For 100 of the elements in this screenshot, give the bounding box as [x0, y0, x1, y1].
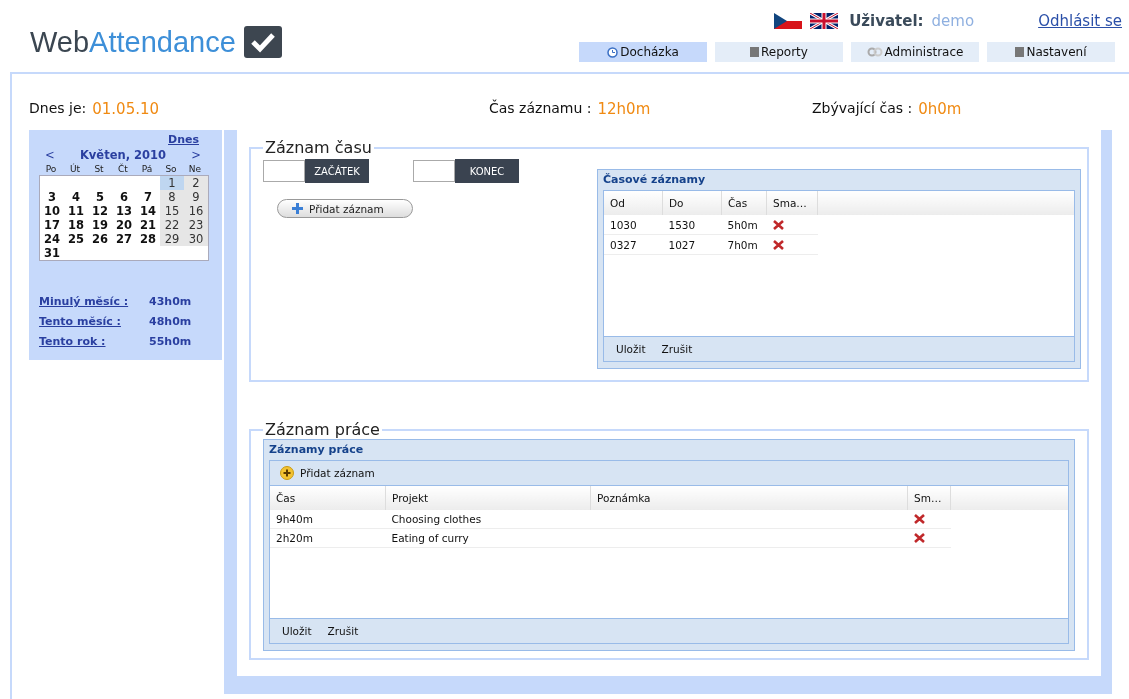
user-label: Uživatel:	[849, 12, 924, 30]
weekday-label: Po	[44, 164, 58, 174]
total-value: 48h0m	[149, 315, 192, 330]
czech-flag-icon[interactable]	[774, 13, 803, 29]
nav-tab[interactable]: Reporty	[715, 42, 843, 62]
footer-button[interactable]: Uložit	[610, 341, 652, 357]
clock-icon	[607, 46, 619, 58]
calendar-day[interactable]: 22	[160, 218, 184, 232]
calendar-day[interactable]: 14	[136, 204, 160, 218]
weekday-label: Út	[68, 164, 82, 174]
summary-label: Zbývající čas :	[812, 100, 913, 118]
table-cell: Eating of curry	[391, 532, 469, 544]
column-header[interactable]: Sma…	[766, 191, 818, 215]
calendar-day[interactable]: 8	[160, 190, 184, 204]
calendar-day[interactable]: 25	[64, 232, 88, 246]
calendar-day[interactable]: 27	[112, 232, 136, 246]
logo: WebAttendance	[30, 24, 282, 60]
calendar-day[interactable]: 17	[40, 218, 64, 232]
total-link[interactable]: Minulý měsíc :	[39, 295, 149, 315]
calendar-day[interactable]: 20	[112, 218, 136, 232]
total-value: 43h0m	[149, 295, 192, 310]
delete-icon[interactable]	[913, 533, 925, 543]
calendar-day[interactable]: 1	[160, 176, 184, 190]
plus-icon	[280, 466, 294, 480]
nav-tab[interactable]: Administrace	[851, 42, 979, 62]
delete-icon[interactable]	[913, 514, 925, 524]
calendar-day[interactable]: 26	[88, 232, 112, 246]
total-link[interactable]: Tento měsíc :	[39, 315, 149, 335]
calendar-day[interactable]: 10	[40, 204, 64, 218]
start-time-field[interactable]	[263, 160, 305, 182]
nav-tab[interactable]: Nastavení	[987, 42, 1115, 62]
footer-button[interactable]: Uložit	[276, 623, 318, 639]
uk-flag-icon[interactable]	[810, 13, 839, 29]
calendar-day[interactable]: 7	[136, 190, 160, 204]
summary-value: 12h0m	[597, 100, 651, 120]
calendar-day[interactable]: 19	[88, 218, 112, 232]
today-link[interactable]: Dnes	[168, 133, 199, 146]
square-icon	[1015, 47, 1025, 57]
calendar-day[interactable]: 31	[40, 246, 64, 260]
delete-icon[interactable]	[772, 219, 784, 230]
calendar-day[interactable]: 15	[160, 204, 184, 218]
calendar-day[interactable]: 13	[112, 204, 136, 218]
next-month-link[interactable]: >	[191, 148, 201, 162]
column-header[interactable]: Od	[604, 191, 663, 215]
table-cell: 9h40m	[276, 513, 313, 525]
table-cell: 2h20m	[276, 532, 313, 544]
end-button[interactable]: KONEC	[455, 159, 519, 183]
column-header[interactable]: Sm…	[907, 486, 951, 510]
calendar-day[interactable]: 18	[64, 218, 88, 232]
link-icon	[866, 47, 883, 57]
logout-link[interactable]: Odhlásit se	[1038, 12, 1122, 30]
calendar-day[interactable]: 2	[184, 176, 208, 190]
previous-month-link[interactable]: <	[45, 148, 55, 162]
calendar-day[interactable]: 28	[136, 232, 160, 246]
calendar-day[interactable]: 9	[184, 190, 208, 204]
add-record-button[interactable]: Přidat záznam	[277, 199, 413, 218]
calendar-day[interactable]: 24	[40, 232, 64, 246]
summary-value: 01.05.10	[92, 100, 160, 120]
plus-icon	[292, 203, 303, 214]
total-link[interactable]: Tento rok :	[39, 335, 149, 355]
month-title: Květen, 2010	[79, 148, 167, 162]
nav-tab[interactable]: Docházka	[579, 42, 707, 62]
summary-label: Čas záznamu :	[489, 100, 592, 118]
delete-icon[interactable]	[772, 239, 784, 250]
calendar-day[interactable]: 30	[184, 232, 208, 246]
summary-label: Dnes je:	[29, 100, 87, 118]
calendar-day[interactable]: 29	[160, 232, 184, 246]
add-work-button[interactable]: Přidat záznam	[270, 464, 381, 482]
start-button[interactable]: ZAČÁTEK	[305, 159, 369, 183]
calendar-day[interactable]: 3	[40, 190, 64, 204]
column-header[interactable]: Čas	[270, 486, 386, 510]
end-time-field[interactable]	[413, 160, 455, 182]
weekday-label: Pá	[140, 164, 154, 174]
section-title: Záznam času	[264, 138, 373, 157]
calendar-day[interactable]: 12	[88, 204, 112, 218]
panel-title: Časové záznamy	[603, 172, 707, 188]
section-title: Záznam práce	[264, 420, 381, 439]
calendar-day[interactable]: 23	[184, 218, 208, 232]
column-header[interactable]: Čas	[721, 191, 767, 215]
user-name: demo	[931, 12, 975, 30]
column-header[interactable]: Poznámka	[590, 486, 908, 510]
column-header[interactable]: Do	[662, 191, 722, 215]
calendar-day[interactable]: 21	[136, 218, 160, 232]
calendar-day[interactable]: 4	[64, 190, 88, 204]
weekday-label: Čt	[117, 164, 129, 174]
column-header[interactable]: Projekt	[385, 486, 591, 510]
summary-value: 0h0m	[918, 100, 962, 120]
calendar-day[interactable]: 16	[184, 204, 208, 218]
calendar-day[interactable]: 11	[64, 204, 88, 218]
calendar-day[interactable]: 6	[112, 190, 136, 204]
table-cell: Choosing clothes	[391, 513, 482, 525]
table-cell: 1030	[610, 218, 637, 231]
footer-button[interactable]: Zrušit	[655, 341, 699, 357]
weekday-label: St	[93, 164, 105, 174]
total-value: 55h0m	[149, 335, 192, 350]
footer-button[interactable]: Zrušit	[321, 623, 365, 639]
calendar-day[interactable]: 5	[88, 190, 112, 204]
table-cell: 1530	[668, 218, 696, 231]
table-cell: 7h0m	[727, 238, 758, 251]
weekday-label: Ne	[187, 164, 203, 174]
